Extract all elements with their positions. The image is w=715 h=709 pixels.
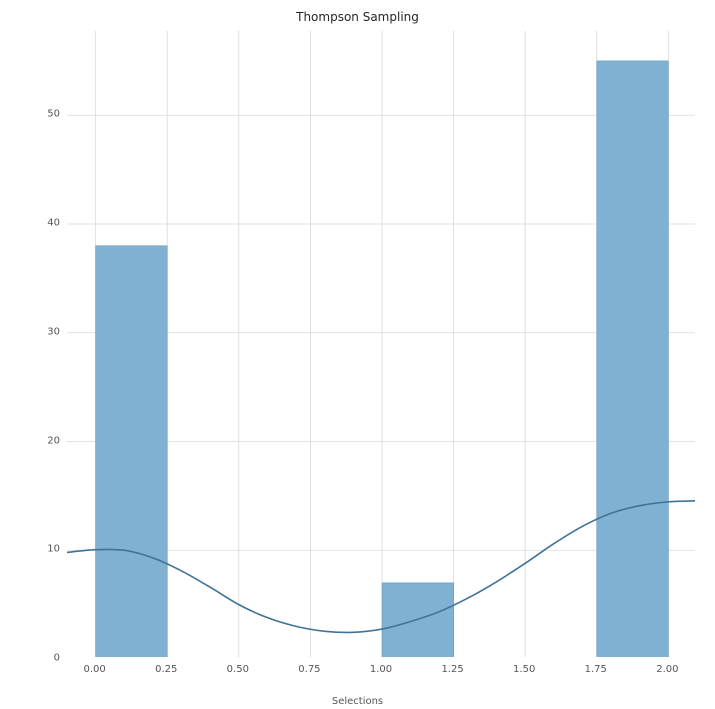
x-tick-label: 0.50 [227,664,249,675]
y-tick-label: 10 [20,544,60,555]
chart-svg [67,31,695,657]
x-tick-label: 0.25 [155,664,177,675]
plot-area [66,30,696,658]
y-tick-label: 30 [20,326,60,337]
x-tick-label: 2.00 [656,664,678,675]
x-tick-label: 0.00 [83,664,105,675]
bar [597,61,669,657]
y-tick-label: 50 [20,109,60,120]
chart-figure: Thompson Sampling Numbers of the Chosen … [0,0,715,709]
chart-title: Thompson Sampling [0,10,715,24]
x-tick-label: 1.50 [513,664,535,675]
x-axis-label: Selections [0,696,715,707]
x-tick-label: 1.00 [370,664,392,675]
x-tick-label: 1.75 [585,664,607,675]
y-tick-label: 20 [20,435,60,446]
x-tick-label: 0.75 [298,664,320,675]
bar [96,246,168,657]
y-tick-label: 40 [20,218,60,229]
y-tick-label: 0 [20,653,60,664]
x-tick-label: 1.25 [441,664,463,675]
